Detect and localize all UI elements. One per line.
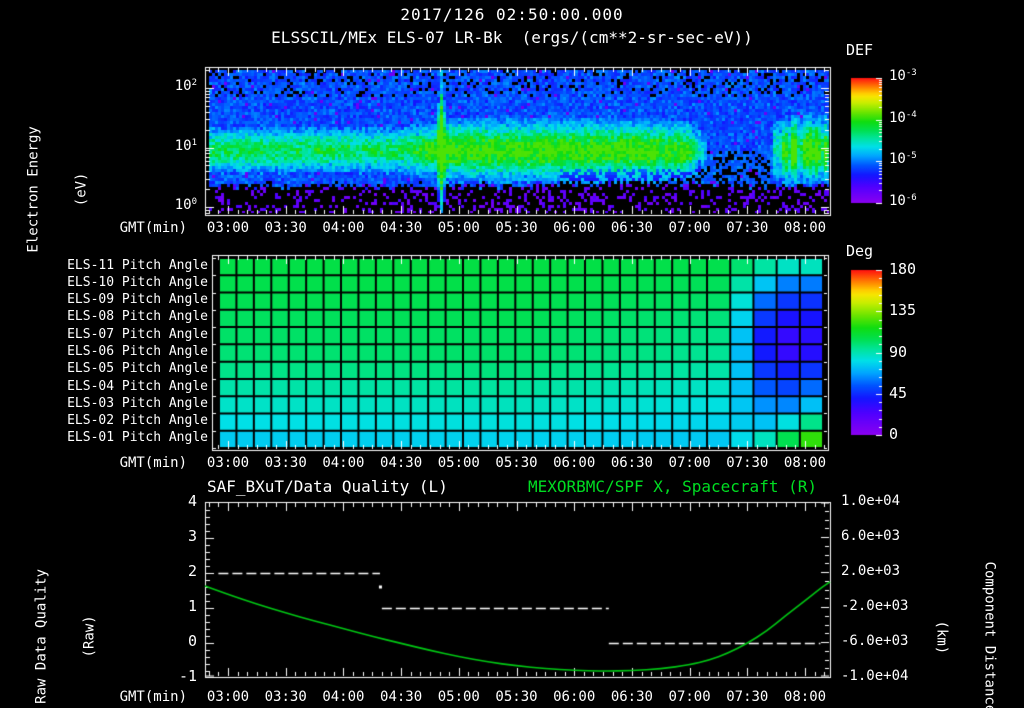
- time-tick-quality-03:30: 03:30: [264, 689, 307, 705]
- quality-left-tick--1: -1: [178, 667, 197, 685]
- time-tick-pitch-06:00: 06:00: [553, 455, 596, 471]
- deg-colorbar-tick-180: 180: [889, 260, 917, 278]
- distance-right-tick-5: -1.0e+04: [841, 668, 909, 684]
- def-colorbar-tick--5: 10-5: [889, 151, 917, 168]
- time-tick-quality-03:00: 03:00: [206, 689, 250, 705]
- spectrogram-ytick-1e0: 100: [174, 197, 197, 213]
- gmt-label-spectrogram: GMT(min): [119, 220, 187, 236]
- def-colorbar-tick--3-exp: -3: [905, 68, 917, 78]
- spectrogram-ytick-1e1-exp: 1: [191, 137, 197, 148]
- time-tick-pitch-06:30: 06:30: [610, 455, 653, 471]
- time-tick-quality-05:30: 05:30: [495, 689, 538, 705]
- time-tick-pitch-05:00: 05:00: [437, 455, 480, 471]
- spectrogram-ytick-1e2-exp: 2: [191, 78, 197, 88]
- row-label-els-03: ELS-03 Pitch Angle: [67, 395, 208, 411]
- deg-colorbar-tick-45: 45: [889, 383, 908, 402]
- distance-y-axis-label: Component Distance (km): [901, 507, 1024, 708]
- time-tick-pitch-07:30: 07:30: [726, 455, 769, 471]
- deg-colorbar-tick-90: 90: [889, 342, 908, 361]
- time-tick-quality-05:00: 05:00: [437, 689, 480, 705]
- time-tick-spectrogram-03:30: 03:30: [264, 220, 307, 236]
- distance-right-tick-0: 1.0e+04: [841, 493, 901, 509]
- time-tick-quality-04:00: 04:00: [322, 689, 365, 705]
- spectrogram-ytick-1e2: 102: [174, 78, 197, 94]
- time-tick-spectrogram-07:00: 07:00: [668, 220, 711, 236]
- row-label-els-11: ELS-11 Pitch Angle: [67, 257, 208, 273]
- quality-left-tick-0: 0: [187, 632, 197, 650]
- distance-y-axis-label-line2: (km): [932, 620, 949, 655]
- deg-colorbar-tick-135: 135: [889, 301, 917, 320]
- time-tick-pitch-05:30: 05:30: [495, 455, 538, 471]
- row-label-els-04: ELS-04 Pitch Angle: [67, 378, 208, 394]
- def-colorbar-tick--3: 10-3: [889, 68, 917, 84]
- row-label-els-02: ELS-02 Pitch Angle: [67, 413, 208, 429]
- title-instrument-name: ELSSCIL/MEx ELS-07 LR-Bk: [271, 28, 503, 47]
- time-tick-quality-07:00: 07:00: [668, 689, 711, 705]
- quality-left-tick-4: 4: [187, 492, 197, 510]
- row-label-els-07: ELS-07 Pitch Angle: [67, 326, 208, 342]
- row-label-els-05: ELS-05 Pitch Angle: [67, 361, 208, 377]
- time-tick-quality-04:30: 04:30: [380, 689, 423, 705]
- quality-y-axis-label-line2: (Raw): [82, 615, 99, 658]
- time-tick-pitch-07:00: 07:00: [668, 455, 711, 471]
- title-units: (ergs/(cm**2-sr-sec-eV)): [502, 28, 753, 47]
- time-tick-pitch-04:30: 04:30: [380, 455, 423, 471]
- spectrogram-ytick-1e0-exp: 0: [191, 197, 197, 207]
- distance-right-tick-1: 6.0e+03: [841, 528, 901, 544]
- spectrogram-ytick-1e1: 101: [174, 137, 197, 154]
- distance-right-tick-3: -2.0e+03: [841, 598, 909, 614]
- def-colorbar-tick--4-exp: -4: [905, 109, 917, 120]
- distance-right-tick-2: 2.0e+03: [841, 563, 901, 579]
- def-colorbar-title: DEF: [846, 41, 874, 59]
- time-tick-spectrogram-07:30: 07:30: [726, 220, 769, 236]
- time-tick-pitch-03:00: 03:00: [206, 455, 250, 471]
- gmt-label-quality: GMT(min): [119, 689, 187, 705]
- time-tick-pitch-03:30: 03:30: [264, 455, 307, 471]
- time-tick-quality-08:00: 08:00: [783, 689, 827, 705]
- time-tick-spectrogram-03:00: 03:00: [206, 220, 250, 236]
- time-tick-spectrogram-04:00: 04:00: [322, 220, 365, 236]
- time-tick-spectrogram-05:30: 05:30: [495, 220, 538, 236]
- time-tick-spectrogram-04:30: 04:30: [380, 220, 423, 236]
- row-label-els-08: ELS-08 Pitch Angle: [67, 309, 208, 325]
- time-tick-spectrogram-05:00: 05:00: [437, 220, 480, 236]
- time-tick-quality-06:30: 06:30: [610, 689, 653, 705]
- row-label-els-09: ELS-09 Pitch Angle: [67, 292, 208, 308]
- def-colorbar-tick--6-exp: -6: [905, 193, 917, 203]
- quality-left-tick-3: 3: [187, 527, 197, 545]
- distance-y-axis-label-line1: Component Distance: [981, 561, 998, 708]
- def-colorbar-tick--5-exp: -5: [905, 151, 917, 162]
- def-colorbar-tick--4: 10-4: [889, 109, 917, 126]
- time-tick-spectrogram-06:30: 06:30: [610, 220, 653, 236]
- deg-colorbar-title: Deg: [846, 242, 874, 260]
- spectrogram-y-axis-label-line1: Electron Energy: [25, 126, 42, 253]
- title-datetime: 2017/126 02:50:00.000: [400, 5, 624, 24]
- time-tick-spectrogram-06:00: 06:00: [553, 220, 596, 236]
- quality-left-tick-2: 2: [187, 562, 197, 580]
- quality-y-axis-label-line1: Raw Data Quality: [33, 568, 50, 704]
- time-tick-pitch-08:00: 08:00: [783, 455, 827, 471]
- quality-y-axis-label: Raw Data Quality (Raw): [2, 526, 131, 708]
- time-tick-quality-06:00: 06:00: [553, 689, 596, 705]
- row-label-els-06: ELS-06 Pitch Angle: [67, 343, 208, 359]
- time-tick-quality-07:30: 07:30: [726, 689, 769, 705]
- def-colorbar-tick--6: 10-6: [889, 193, 917, 209]
- plot-screen: 2017/126 02:50:00.000 ELSSCIL/MEx ELS-07…: [0, 0, 1024, 708]
- deg-colorbar-tick-0: 0: [889, 425, 899, 443]
- gmt-label-pitch: GMT(min): [119, 455, 187, 471]
- quality-panel-left-title: SAF_BXuT/Data Quality (L): [207, 477, 448, 496]
- time-tick-spectrogram-08:00: 08:00: [783, 220, 827, 236]
- row-label-els-01: ELS-01 Pitch Angle: [67, 430, 208, 446]
- time-tick-pitch-04:00: 04:00: [322, 455, 365, 471]
- row-label-els-10: ELS-10 Pitch Angle: [67, 274, 208, 290]
- quality-left-tick-1: 1: [187, 597, 197, 615]
- distance-right-tick-4: -6.0e+03: [841, 633, 909, 649]
- quality-panel-right-title: MEXORBMC/SPF X, Spacecraft (R): [528, 477, 817, 496]
